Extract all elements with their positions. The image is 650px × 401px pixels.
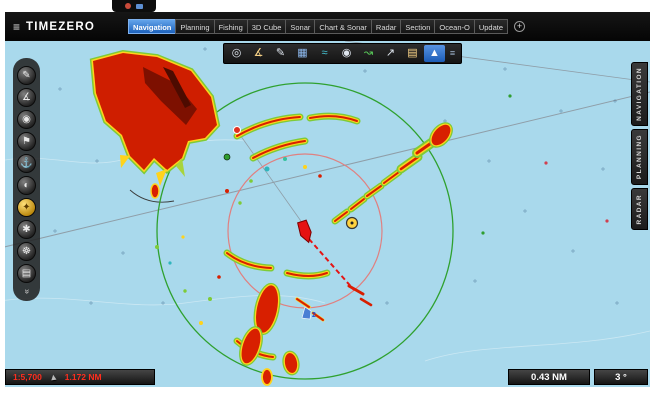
scale-distance: 1.172 NM (64, 372, 102, 382)
desktop: ≡ TIMEZERO Navigation Planning Fishing 3… (0, 0, 650, 401)
mini-red-icon (125, 3, 131, 9)
tab-sonar[interactable]: Sonar (285, 19, 316, 34)
side-tab-navigation[interactable]: NAVIGATION (631, 62, 648, 126)
app-logo: TIMEZERO (26, 20, 96, 33)
chart-toolbar: ◎ ∡ ✎ ▦ ≈ ◉ ↝ ↗ ▤ ▲ ≡ (223, 43, 462, 64)
side-tab-planning[interactable]: PLANNING (631, 129, 648, 185)
tab-fishing[interactable]: Fishing (213, 19, 248, 34)
timezero-window: ≡ TIMEZERO Navigation Planning Fishing 3… (5, 12, 650, 387)
tab-radar[interactable]: Radar (370, 19, 402, 34)
day-night-tool-button[interactable]: ◐ (17, 176, 36, 195)
chart-area[interactable]: 2 ◎ ∡ ✎ ▦ ≈ ◉ ↝ ↗ ▤ ▲ ≡ ✎ ∡ ◉ ⚑ ⚓ ◐ ✦ ✱ … (5, 41, 650, 387)
radar-echo-overlay (89, 49, 453, 386)
tracks-icon[interactable]: ↝ (358, 45, 379, 62)
annotate-tool-button[interactable]: ✎ (17, 66, 36, 85)
currents-icon[interactable]: ≈ (314, 45, 335, 62)
collapsed-toolbar-tab[interactable] (112, 0, 156, 12)
red-buoy-marker (233, 126, 241, 134)
routes-icon[interactable]: ↗ (380, 45, 401, 62)
side-tab-navigation-label: NAVIGATION (636, 67, 643, 121)
collapse-toolbar-button[interactable]: » (21, 284, 32, 300)
ais-target (301, 306, 312, 320)
charts-icon[interactable]: ▦ (292, 45, 313, 62)
center-vessel-icon[interactable]: ◎ (226, 45, 247, 62)
tab-navigation[interactable]: Navigation (128, 19, 177, 34)
ais-target-label: 2 (312, 312, 316, 319)
left-toolbar: ✎ ∡ ◉ ⚑ ⚓ ◐ ✦ ✱ ☸ ▤ » (13, 58, 40, 301)
marks-tool-button[interactable]: ✱ (17, 220, 36, 239)
layers-tool-button[interactable]: ▤ (17, 264, 36, 283)
titlebar: ≡ TIMEZERO Navigation Planning Fishing 3… (5, 12, 650, 41)
tab-update[interactable]: Update (473, 19, 509, 34)
side-tab-radar-label: RADAR (636, 193, 643, 225)
tab-3d-cube[interactable]: 3D Cube (246, 19, 287, 34)
man-overboard-icon[interactable]: ▲ (424, 45, 445, 62)
anchor-watch-tool-button[interactable]: ⚓ (17, 154, 36, 173)
lists-icon[interactable]: ▤ (402, 45, 423, 62)
green-buoy-marker (223, 153, 231, 161)
add-workspace-button[interactable]: + (514, 21, 526, 32)
north-arrow-icon: ▲ (48, 371, 59, 383)
chart-scale: 1:5,700 (13, 372, 42, 382)
workspace-tabs: Navigation Planning Fishing 3D Cube Sona… (128, 19, 526, 34)
depth-contours (5, 139, 650, 362)
radar-range-value: 0.43 NM (531, 371, 567, 383)
dividers-icon[interactable]: ∡ (248, 45, 269, 62)
flag-mark-tool-button[interactable]: ⚑ (17, 132, 36, 151)
heading-line (308, 238, 355, 291)
range-rings-icon[interactable]: ◉ (336, 45, 357, 62)
tab-planning[interactable]: Planning (175, 19, 215, 34)
target-marker-dot (350, 221, 354, 225)
heading-value: 3 ° (615, 371, 627, 383)
scale-statusbar: 1:5,700 ▲ 1.172 NM (5, 369, 155, 385)
chart-canvas: 2 (5, 41, 650, 386)
ownship-group[interactable] (297, 219, 355, 291)
screenshot-tool-button[interactable]: ◉ (17, 110, 36, 129)
mini-blue-icon (136, 3, 143, 9)
dividers-tool-button[interactable]: ∡ (17, 88, 36, 107)
menu-icon[interactable]: ≡ (13, 20, 20, 34)
heading-readout[interactable]: 3 ° (594, 369, 648, 385)
more-tools-icon[interactable]: ≡ (446, 45, 459, 62)
radar-range-readout[interactable]: 0.43 NM (508, 369, 590, 385)
steering-tool-button[interactable]: ☸ (17, 242, 36, 261)
side-tab-planning-label: PLANNING (636, 134, 643, 180)
tab-ocean-o[interactable]: Ocean-O (434, 19, 475, 34)
shell-tool-button-active[interactable]: ✦ (17, 198, 36, 217)
tab-section[interactable]: Section (400, 19, 436, 34)
annotations-icon[interactable]: ✎ (270, 45, 291, 62)
side-tab-radar[interactable]: RADAR (631, 188, 648, 230)
tab-chart-and-sonar[interactable]: Chart & Sonar (314, 19, 372, 34)
